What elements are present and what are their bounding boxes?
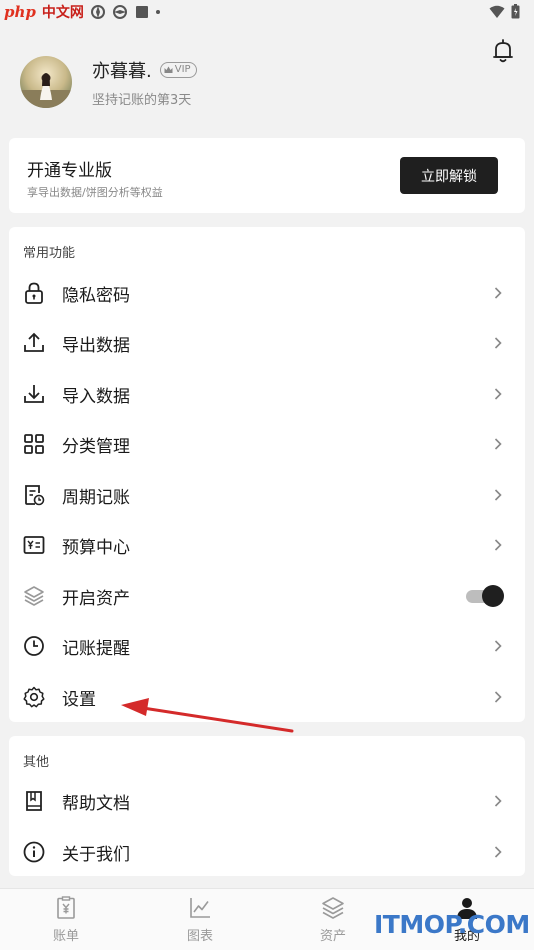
menu-item-privacy-password[interactable]: 隐私密码 [9,268,525,318]
menu-item-export-data[interactable]: 导出数据 [9,318,525,368]
vip-badge: VIP [159,61,197,78]
menu-item-settings[interactable]: 设置 [9,672,525,722]
gear-icon [23,686,45,708]
menu-item-label: 关于我们 [62,844,130,865]
common-functions-card: 常用功能 隐私密码 导出数据 导入数据 分类管理 周期记账 预算中心 开启资产 [9,227,525,722]
assets-toggle[interactable] [464,585,504,607]
book-icon [26,791,42,811]
profile-header[interactable]: 亦暮暮. VIP 坚持记账的第3天 [20,56,197,108]
grid-icon [24,434,44,454]
php-logo: php [4,3,36,21]
section-title-other: 其他 [23,755,50,770]
menu-item-label: 分类管理 [62,436,130,457]
section-title-common: 常用功能 [23,246,76,261]
app-notification-icon [90,5,105,19]
pro-upgrade-card: 开通专业版 享导出数据/饼图分析等权益 立即解锁 [9,138,525,213]
tab-label: 账单 [52,929,79,944]
layers-icon [24,586,44,606]
site-watermark: ITMOP.COM [374,910,530,939]
streak-text: 坚持记账的第3天 [92,92,192,108]
menu-item-about-us[interactable]: 关于我们 [9,827,525,877]
chevron-right-icon [494,691,502,703]
app-notification-icon [112,5,127,19]
wifi-icon [489,5,505,18]
chevron-right-icon [494,795,502,807]
chevron-right-icon [494,287,502,299]
info-icon [23,841,45,863]
download-icon [24,385,44,403]
crown-icon [164,66,173,73]
toggle-knob [482,585,504,607]
menu-item-label: 周期记账 [62,487,130,508]
chevron-right-icon [494,539,502,551]
status-bar: php 中文网 [0,0,534,26]
app-notification-icon [135,6,148,18]
vip-label: VIP [174,64,191,75]
chevron-right-icon [494,337,502,349]
chevron-right-icon [494,489,502,501]
pro-subtitle: 享导出数据/饼图分析等权益 [27,186,163,199]
upload-icon [24,332,44,352]
tab-bills[interactable]: 账单 [31,895,101,944]
menu-item-label: 导入数据 [62,386,130,407]
budget-icon [23,536,45,554]
site-logo-text: 中文网 [41,5,84,21]
chevron-right-icon [494,640,502,652]
clock-icon [24,636,44,656]
more-notifications-dot [155,10,160,14]
chart-icon [190,898,210,918]
other-card: 其他 帮助文档 关于我们 [9,736,525,876]
chevron-right-icon [494,388,502,400]
menu-item-label: 帮助文档 [62,793,130,814]
username: 亦暮暮. [92,60,152,82]
chevron-right-icon [494,438,502,450]
menu-item-label: 导出数据 [62,335,130,356]
tab-label: 图表 [186,929,213,944]
pro-title: 开通专业版 [27,161,112,181]
menu-item-recurring-bookkeeping[interactable]: 周期记账 [9,470,525,520]
menu-item-label: 记账提醒 [62,638,130,659]
bill-icon [57,896,75,919]
menu-item-bookkeeping-reminder[interactable]: 记账提醒 [9,621,525,671]
notification-bell-icon[interactable] [490,38,516,64]
menu-item-enable-assets: 开启资产 [9,571,525,621]
unlock-button[interactable]: 立即解锁 [400,157,498,194]
menu-item-budget-center[interactable]: 预算中心 [9,520,525,570]
menu-item-import-data[interactable]: 导入数据 [9,369,525,419]
recurring-bill-icon [25,485,45,506]
menu-item-help-docs[interactable]: 帮助文档 [9,776,525,826]
assets-icon [322,897,344,919]
menu-item-category-management[interactable]: 分类管理 [9,419,525,469]
chevron-right-icon [494,846,502,858]
lock-icon [25,282,43,304]
tab-assets[interactable]: 资产 [298,895,368,944]
menu-item-label: 开启资产 [62,588,130,609]
tab-charts[interactable]: 图表 [165,895,235,944]
menu-item-label: 设置 [62,689,96,710]
avatar[interactable] [20,56,72,108]
battery-icon [511,4,520,19]
menu-item-label: 预算中心 [62,537,130,558]
tab-label: 资产 [319,929,346,944]
menu-item-label: 隐私密码 [62,285,130,306]
